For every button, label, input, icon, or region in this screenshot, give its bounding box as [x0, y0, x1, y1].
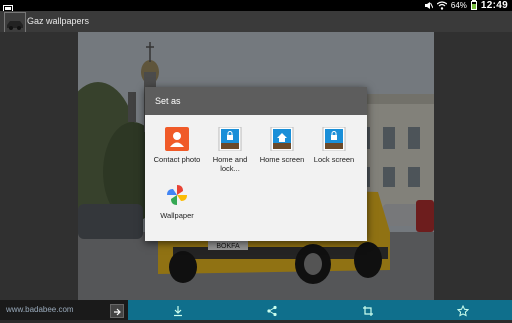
- option-contact-photo[interactable]: Contact photo: [151, 127, 203, 164]
- option-home-screen[interactable]: Home screen: [256, 126, 308, 164]
- option-label: Contact photo: [153, 155, 201, 164]
- option-label: Home screen: [259, 155, 305, 164]
- status-bar: 64% 12:49: [0, 0, 512, 14]
- dialog-title: Set as: [155, 96, 181, 106]
- home-screen-icon: [270, 126, 294, 152]
- bottom-bar: www.badabee.com: [0, 300, 512, 320]
- lock-screen-icon: [322, 126, 346, 152]
- crop-icon[interactable]: [362, 304, 374, 316]
- ad-text[interactable]: www.badabee.com: [6, 305, 74, 314]
- option-label: Wallpaper: [160, 211, 194, 220]
- favorite-star-icon[interactable]: [456, 304, 470, 317]
- ad-banner[interactable]: www.badabee.com: [0, 300, 128, 320]
- battery-percent: 64%: [450, 1, 467, 10]
- option-home-and-lock[interactable]: Home and lock...: [204, 126, 256, 173]
- wallpaper-pinwheel-icon: [165, 183, 189, 207]
- home-lock-icon: [218, 126, 242, 152]
- action-bar: Gaz wallpapers: [0, 11, 512, 33]
- ad-arrow-icon[interactable]: [110, 304, 124, 318]
- app-title: Gaz wallpapers: [27, 16, 90, 26]
- app-car-icon[interactable]: [4, 12, 26, 33]
- clock: 12:49: [480, 0, 508, 11]
- option-lock-screen[interactable]: Lock screen: [308, 126, 360, 164]
- option-label: Home and lock...: [212, 155, 248, 173]
- contact-icon: [165, 127, 189, 151]
- option-wallpaper[interactable]: Wallpaper: [151, 183, 203, 220]
- option-label: Lock screen: [313, 155, 355, 164]
- set-as-dialog: Set as Contact photo Home and lock... Ho…: [145, 87, 367, 241]
- download-icon[interactable]: [172, 304, 184, 317]
- dialog-header: Set as: [145, 87, 367, 115]
- share-icon[interactable]: [266, 304, 278, 317]
